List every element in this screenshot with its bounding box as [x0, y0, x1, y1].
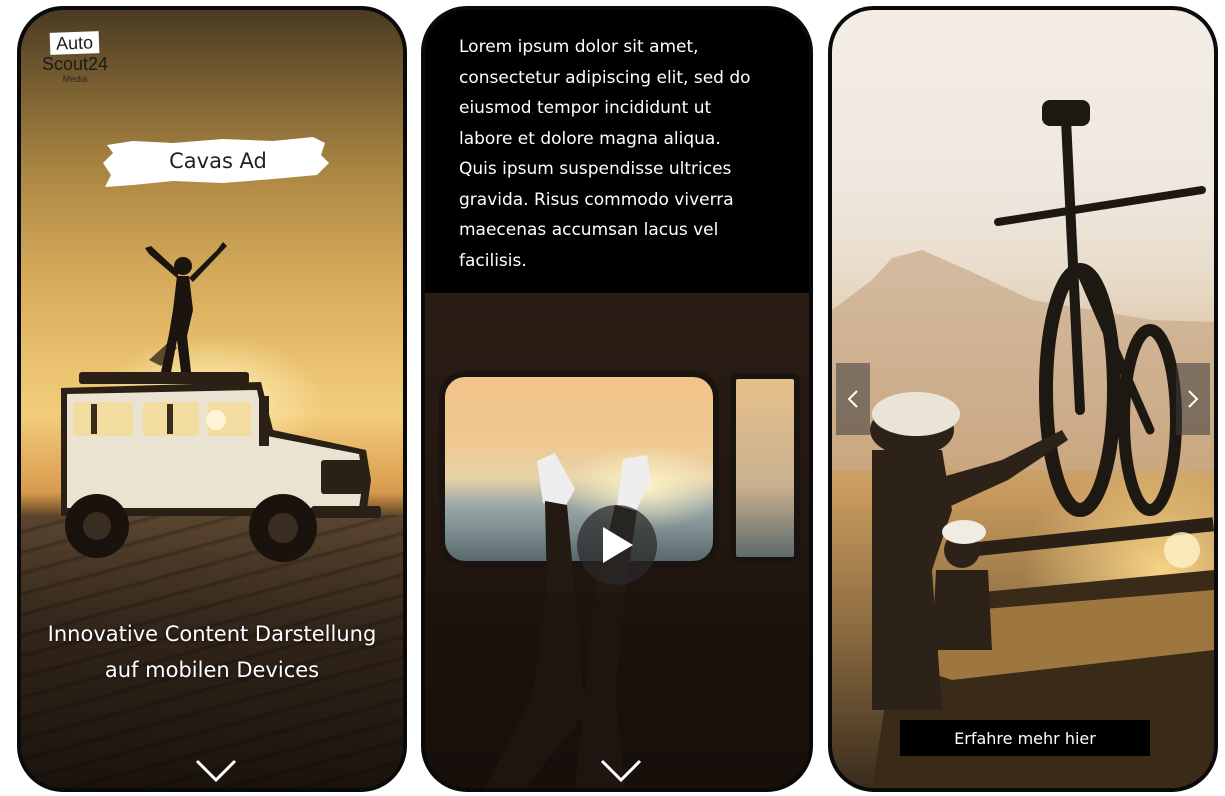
chevron-right-icon: [1188, 390, 1199, 408]
cyclists-bike-rack-image: [832, 100, 1214, 788]
canvas-ad-showcase: Auto Scout24 Media Cavas Ad Innovative C…: [0, 0, 1225, 796]
play-icon: [603, 527, 633, 563]
ad-type-label: Cavas Ad: [169, 149, 267, 173]
next-slide-button[interactable]: [1176, 363, 1210, 435]
previous-slide-button[interactable]: [836, 363, 870, 435]
phone-mockup-gallery: Erfahre mehr hier: [828, 6, 1218, 792]
learn-more-button[interactable]: Erfahre mehr hier: [900, 720, 1150, 756]
chevron-down-icon[interactable]: [194, 758, 238, 784]
body-text: Lorem ipsum dolor sit amet, consectetur …: [459, 37, 751, 271]
autoscout24-media-logo: Auto Scout24 Media: [41, 31, 109, 84]
chevron-down-icon[interactable]: [599, 758, 643, 784]
headline: Innovative Content Darstellung auf mobil…: [47, 622, 377, 682]
phone-mockup-video: Lorem ipsum dolor sit amet, consectetur …: [421, 6, 813, 792]
phone-mockup-intro: Auto Scout24 Media Cavas Ad Innovative C…: [17, 6, 407, 792]
chevron-left-icon: [847, 390, 858, 408]
video-thumbnail[interactable]: [425, 293, 809, 788]
play-button[interactable]: [577, 505, 657, 585]
